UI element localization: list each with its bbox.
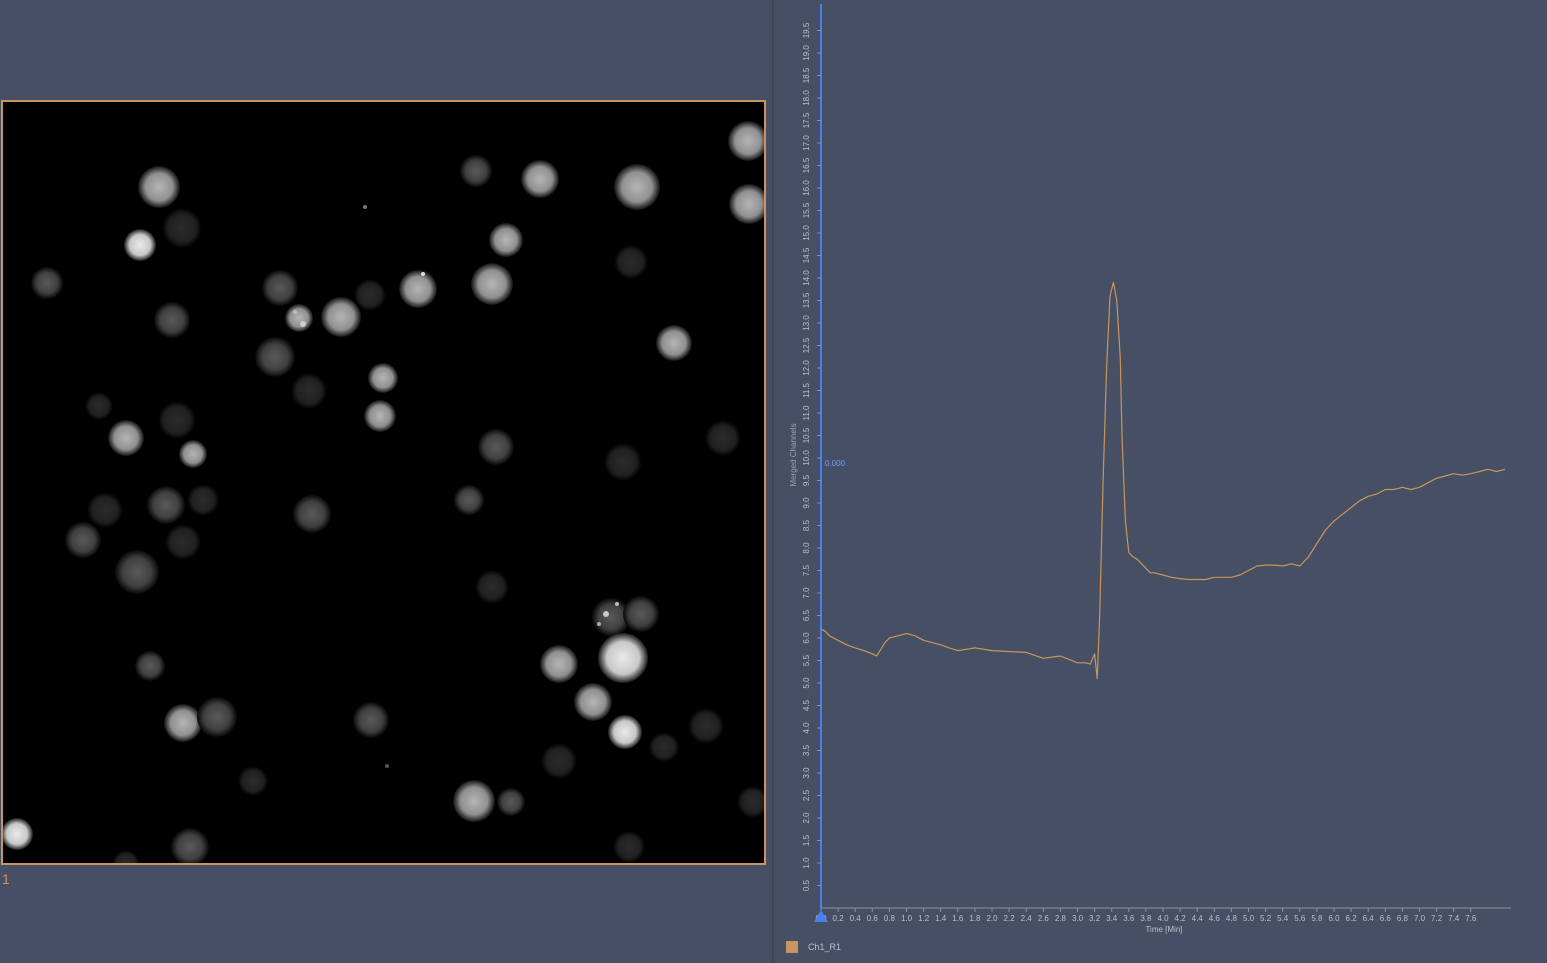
y-tick-label: 18.5 <box>802 67 811 83</box>
y-tick-label: 5.0 <box>802 677 811 689</box>
y-tick-label: 13.5 <box>802 292 811 308</box>
intensity-chart[interactable]: 0.5 1.0 1.5 2.0 2.5 3.0 3.5 4.0 4.5 5.0 5.5 6.0 6.5 7… <box>774 0 1547 963</box>
y-tick-label: 8.5 <box>802 519 811 531</box>
y-tick-label: 19.0 <box>802 45 811 61</box>
x-tick-label: 4.8 <box>1226 914 1238 923</box>
y-tick-label: 1.0 <box>802 857 811 869</box>
y-tick-label: 2.5 <box>802 789 811 801</box>
y-tick-label: 10.5 <box>802 427 811 443</box>
x-tick-label: 3.6 <box>1123 914 1135 923</box>
microscopy-image-frame[interactable] <box>1 100 766 865</box>
x-tick-label: 3.2 <box>1089 914 1101 923</box>
y-tick-label: 13.0 <box>802 315 811 331</box>
x-tick-label: 2.2 <box>1004 914 1016 923</box>
x-tick-label: 6.4 <box>1363 914 1375 923</box>
y-tick-label: 9.5 <box>802 474 811 486</box>
y-tick-label: 14.0 <box>802 270 811 286</box>
y-tick-label: 4.0 <box>802 722 811 734</box>
x-tick-label: 1.4 <box>935 914 947 923</box>
y-tick-label: 17.5 <box>802 112 811 128</box>
y-tick-label: 12.0 <box>802 360 811 376</box>
x-tick-label: 2.4 <box>1021 914 1033 923</box>
x-tick-label: 0.4 <box>850 914 862 923</box>
microscopy-image <box>3 121 764 863</box>
y-tick-label: 0.5 <box>802 879 811 891</box>
y-axis-label: Merged Channels <box>789 423 798 486</box>
x-axis: 0.00.20.40.60.81.01.21.41.61.82.02.22.42… <box>815 907 1511 923</box>
y-tick-label: 11.5 <box>802 382 811 398</box>
x-tick-label: 5.8 <box>1311 914 1323 923</box>
y-tick-label: 15.0 <box>802 225 811 241</box>
x-tick-label: 7.2 <box>1431 914 1443 923</box>
x-tick-label: 4.0 <box>1157 914 1169 923</box>
x-tick-label: 1.8 <box>969 914 981 923</box>
x-tick-label: 3.4 <box>1106 914 1118 923</box>
y-tick-label: 6.5 <box>802 609 811 621</box>
marker-value: 0.000 <box>825 459 846 468</box>
y-tick-label: 8.0 <box>802 542 811 554</box>
x-tick-label: 4.2 <box>1175 914 1187 923</box>
y-tick-label: 16.5 <box>802 157 811 173</box>
legend: Ch1_R1 <box>786 940 841 954</box>
y-tick-label: 9.0 <box>802 497 811 509</box>
y-tick-label: 7.5 <box>802 564 811 576</box>
x-tick-label: 5.4 <box>1277 914 1289 923</box>
x-tick-label: 1.6 <box>952 914 964 923</box>
roi-label: 1 <box>2 871 10 887</box>
x-tick-label: 1.0 <box>901 914 913 923</box>
x-tick-label: 0.8 <box>884 914 896 923</box>
legend-swatch[interactable] <box>786 941 798 953</box>
x-tick-label: 7.0 <box>1414 914 1426 923</box>
x-tick-label: 5.2 <box>1260 914 1272 923</box>
y-tick-label: 14.5 <box>802 247 811 263</box>
x-tick-label: 4.4 <box>1192 914 1204 923</box>
x-tick-label: 1.2 <box>918 914 930 923</box>
x-tick-label: 2.6 <box>1038 914 1050 923</box>
x-tick-label: 3.0 <box>1072 914 1084 923</box>
image-panel: 1 <box>0 0 772 963</box>
y-tick-label: 16.0 <box>802 180 811 196</box>
y-tick-label: 6.0 <box>802 632 811 644</box>
x-tick-label: 6.8 <box>1397 914 1409 923</box>
x-tick-label: 6.6 <box>1380 914 1392 923</box>
series-line-ch1-r1[interactable] <box>820 281 1506 680</box>
legend-label: Ch1_R1 <box>808 942 842 952</box>
x-tick-label: 4.6 <box>1209 914 1221 923</box>
x-tick-label: 0.6 <box>867 914 879 923</box>
x-tick-label: 2.8 <box>1055 914 1067 923</box>
y-tick-label: 18.0 <box>802 90 811 106</box>
y-tick-label: 15.5 <box>802 202 811 218</box>
x-tick-label: 5.6 <box>1294 914 1306 923</box>
y-tick-label: 1.5 <box>802 834 811 846</box>
y-tick-label: 11.0 <box>802 405 811 421</box>
y-tick-label: 3.0 <box>802 767 811 779</box>
x-axis-label: Time [Min] <box>1145 925 1182 934</box>
y-tick-label: 4.5 <box>802 699 811 711</box>
x-tick-label: 6.0 <box>1328 914 1340 923</box>
x-tick-label: 7.4 <box>1448 914 1460 923</box>
y-tick-label: 5.5 <box>802 654 811 666</box>
y-tick-label: 7.0 <box>802 587 811 599</box>
y-tick-label: 19.5 <box>802 22 811 38</box>
x-tick-label: 2.0 <box>986 914 998 923</box>
x-tick-label: 3.8 <box>1140 914 1152 923</box>
y-tick-label: 2.0 <box>802 812 811 824</box>
x-tick-label: 6.2 <box>1346 914 1358 923</box>
x-tick-label: 7.6 <box>1465 914 1477 923</box>
x-tick-label: 0.2 <box>833 914 845 923</box>
y-axis: 0.5 1.0 1.5 2.0 2.5 3.0 3.5 4.0 4.5 5.0 5.5 6.0 6.5 7… <box>802 4 822 908</box>
y-tick-label: 10.0 <box>802 450 811 466</box>
y-tick-label: 12.5 <box>802 337 811 353</box>
y-tick-label: 17.0 <box>802 135 811 151</box>
x-tick-label: 5.0 <box>1243 914 1255 923</box>
y-tick-label: 3.5 <box>802 744 811 756</box>
series-layer <box>820 281 1506 680</box>
